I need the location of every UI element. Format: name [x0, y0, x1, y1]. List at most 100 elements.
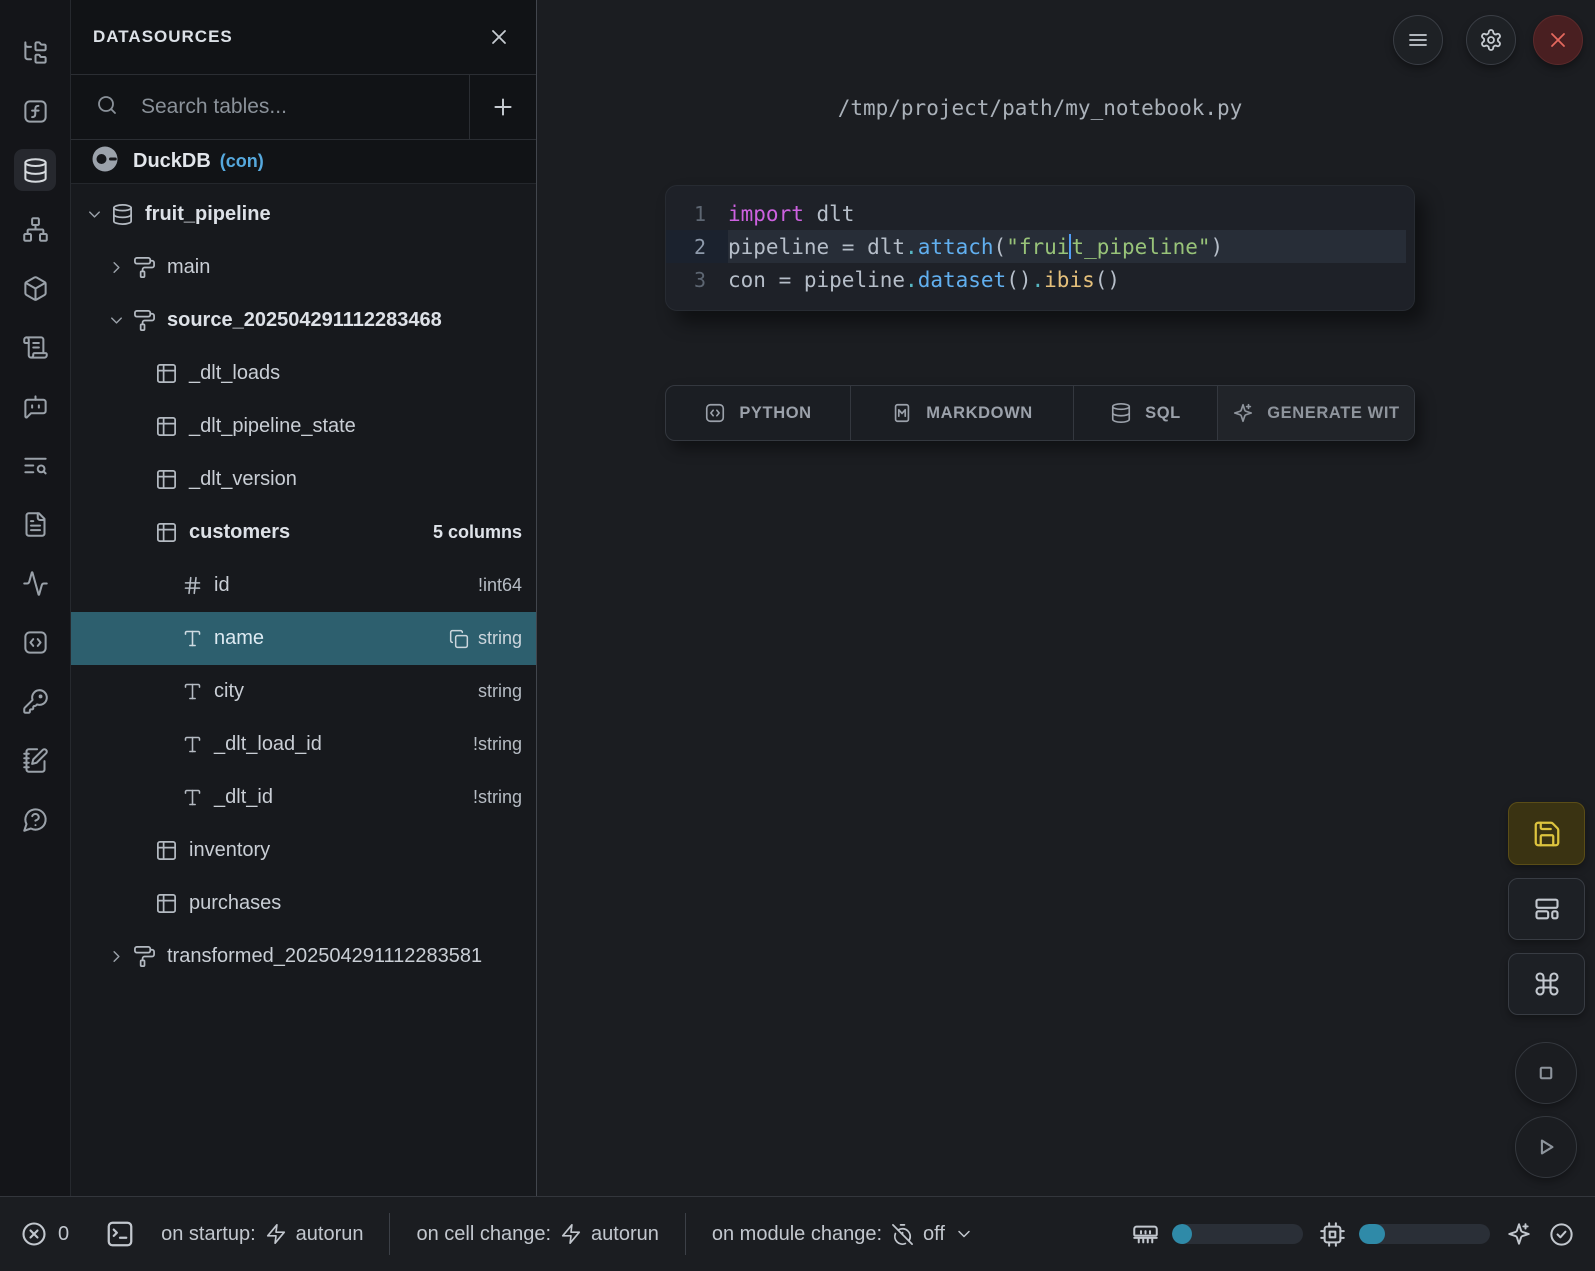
- on-startup-setting[interactable]: on startup: autorun: [135, 1223, 389, 1246]
- activity-item-code-square[interactable]: [14, 621, 56, 663]
- activity-item-folder-tree[interactable]: [14, 31, 56, 73]
- chevron-down-icon[interactable]: [954, 1224, 974, 1244]
- save-button[interactable]: [1508, 802, 1585, 865]
- zap-icon: [265, 1223, 287, 1245]
- database-icon: [1110, 402, 1132, 424]
- table-icon: [155, 521, 178, 544]
- tree-item-source_202504291112283468[interactable]: source_202504291112283468: [71, 294, 536, 347]
- database-icon: [111, 203, 134, 226]
- timer-off-icon: [891, 1223, 914, 1246]
- layout-button[interactable]: [1508, 878, 1585, 940]
- tree-item-_dlt_id[interactable]: _dlt_id!string: [71, 771, 536, 824]
- code-line-1[interactable]: 1import dlt: [666, 197, 1414, 230]
- activity-item-database[interactable]: [14, 149, 56, 191]
- activity-item-activity[interactable]: [14, 562, 56, 604]
- activity-item-file-text[interactable]: [14, 503, 56, 545]
- activity-item-network[interactable]: [14, 208, 56, 250]
- paint-roller-icon: [133, 945, 156, 968]
- activity-item-function-square[interactable]: [14, 90, 56, 132]
- activity-item-help-circle[interactable]: [14, 798, 56, 840]
- tree-item-id[interactable]: id!int64: [71, 559, 536, 612]
- folder-tree-icon: [22, 39, 49, 66]
- cpu-meter: [1319, 1221, 1490, 1248]
- add-markdown-cell-button[interactable]: MARKDOWN: [851, 386, 1074, 440]
- activity-item-scroll-text[interactable]: [14, 326, 56, 368]
- tree-item-_dlt_version[interactable]: _dlt_version: [71, 453, 536, 506]
- tree-item-customers[interactable]: customers5 columns: [71, 506, 536, 559]
- table-icon: [155, 468, 178, 491]
- paint-roller-icon: [133, 256, 156, 279]
- close-app-button[interactable]: [1533, 15, 1583, 65]
- activity-item-text-search[interactable]: [14, 444, 56, 486]
- on-cell-change-setting[interactable]: on cell change: autorun: [390, 1223, 684, 1246]
- search-row: [71, 75, 536, 140]
- circle-x-icon: [20, 1220, 48, 1248]
- chevron-right-icon: [107, 258, 126, 277]
- scroll-text-icon: [22, 334, 49, 361]
- cpu-icon: [1319, 1221, 1346, 1248]
- code-line-3[interactable]: 3con = pipeline.dataset().ibis(): [666, 263, 1414, 296]
- layout-panels-icon: [1533, 895, 1561, 923]
- notebook-path: /tmp/project/path/my_notebook.py: [665, 96, 1415, 120]
- table-icon: [155, 892, 178, 915]
- save-icon: [1532, 819, 1562, 849]
- ai-sparkles-button[interactable]: [1506, 1221, 1532, 1247]
- file-text-icon: [22, 511, 49, 538]
- interrupt-button[interactable]: [1515, 1042, 1577, 1104]
- tree-item-_dlt_loads[interactable]: _dlt_loads: [71, 347, 536, 400]
- activity-item-key-round[interactable]: [14, 680, 56, 722]
- datasources-panel: DATASOURCES DuckDB (con) fruit_pipelinem…: [71, 0, 537, 1196]
- database-icon: [22, 157, 49, 184]
- terminal-button[interactable]: [105, 1219, 135, 1249]
- panel-header: DATASOURCES: [71, 0, 536, 75]
- code-line-2[interactable]: 2pipeline = dlt.attach("fruit_pipeline"): [666, 230, 1414, 263]
- connection-row-duckdb[interactable]: DuckDB (con): [71, 140, 536, 184]
- memory-stick-icon: [1132, 1221, 1159, 1248]
- menu-button[interactable]: [1393, 15, 1443, 65]
- add-sql-cell-button[interactable]: SQL: [1074, 386, 1218, 440]
- markdown-icon: [891, 402, 913, 424]
- help-circle-icon: [22, 806, 49, 833]
- command-palette-button[interactable]: [1508, 953, 1585, 1015]
- tree-item-transformed_202504291112283581[interactable]: transformed_202504291112283581: [71, 930, 536, 983]
- tree-item-_dlt_load_id[interactable]: _dlt_load_id!string: [71, 718, 536, 771]
- circle-check-icon: [1548, 1221, 1575, 1248]
- copy-icon: [449, 629, 469, 649]
- settings-icon: [1479, 28, 1503, 52]
- text-search-icon: [22, 452, 49, 479]
- tree-item-name[interactable]: namestring: [71, 612, 536, 665]
- run-button[interactable]: [1515, 1116, 1577, 1178]
- command-icon: [1533, 970, 1561, 998]
- on-module-change-setting[interactable]: on module change: off: [686, 1223, 1000, 1246]
- resource-indicators: [1132, 1221, 1575, 1248]
- tree-item-fruit_pipeline[interactable]: fruit_pipeline: [71, 188, 536, 241]
- add-python-cell-button[interactable]: PYTHON: [666, 386, 851, 440]
- search-input[interactable]: [139, 94, 469, 120]
- chevron-down-icon: [954, 1224, 974, 1244]
- search-box[interactable]: [71, 75, 469, 139]
- tree-item-main[interactable]: main: [71, 241, 536, 294]
- activity-item-bot-message[interactable]: [14, 385, 56, 427]
- tree-item-inventory[interactable]: inventory: [71, 824, 536, 877]
- square-terminal-icon: [105, 1219, 135, 1249]
- function-square-icon: [22, 98, 49, 125]
- settings-button[interactable]: [1466, 15, 1516, 65]
- error-indicator[interactable]: 0: [20, 1220, 69, 1248]
- health-check-button[interactable]: [1548, 1221, 1575, 1248]
- connection-name: DuckDB: [133, 150, 211, 173]
- tree-item-_dlt_pipeline_state[interactable]: _dlt_pipeline_state: [71, 400, 536, 453]
- error-count: 0: [58, 1223, 69, 1246]
- activity-item-notebook-pen[interactable]: [14, 739, 56, 781]
- datasource-tree: fruit_pipelinemainsource_202504291112283…: [71, 184, 536, 1196]
- activity-item-box[interactable]: [14, 267, 56, 309]
- marimo-app: DATASOURCES DuckDB (con) fruit_pipelinem…: [0, 0, 1595, 1271]
- generate-with-ai-button[interactable]: GENERATE WIT: [1218, 386, 1414, 440]
- code-square-icon: [704, 402, 726, 424]
- close-panel-button[interactable]: [484, 22, 514, 52]
- tree-item-city[interactable]: citystring: [71, 665, 536, 718]
- code-cell[interactable]: 1import dlt2pipeline = dlt.attach("fruit…: [665, 185, 1415, 311]
- add-datasource-button[interactable]: [469, 75, 536, 139]
- chevron-right-icon: [107, 947, 126, 966]
- tree-item-purchases[interactable]: purchases: [71, 877, 536, 930]
- box-icon: [22, 275, 49, 302]
